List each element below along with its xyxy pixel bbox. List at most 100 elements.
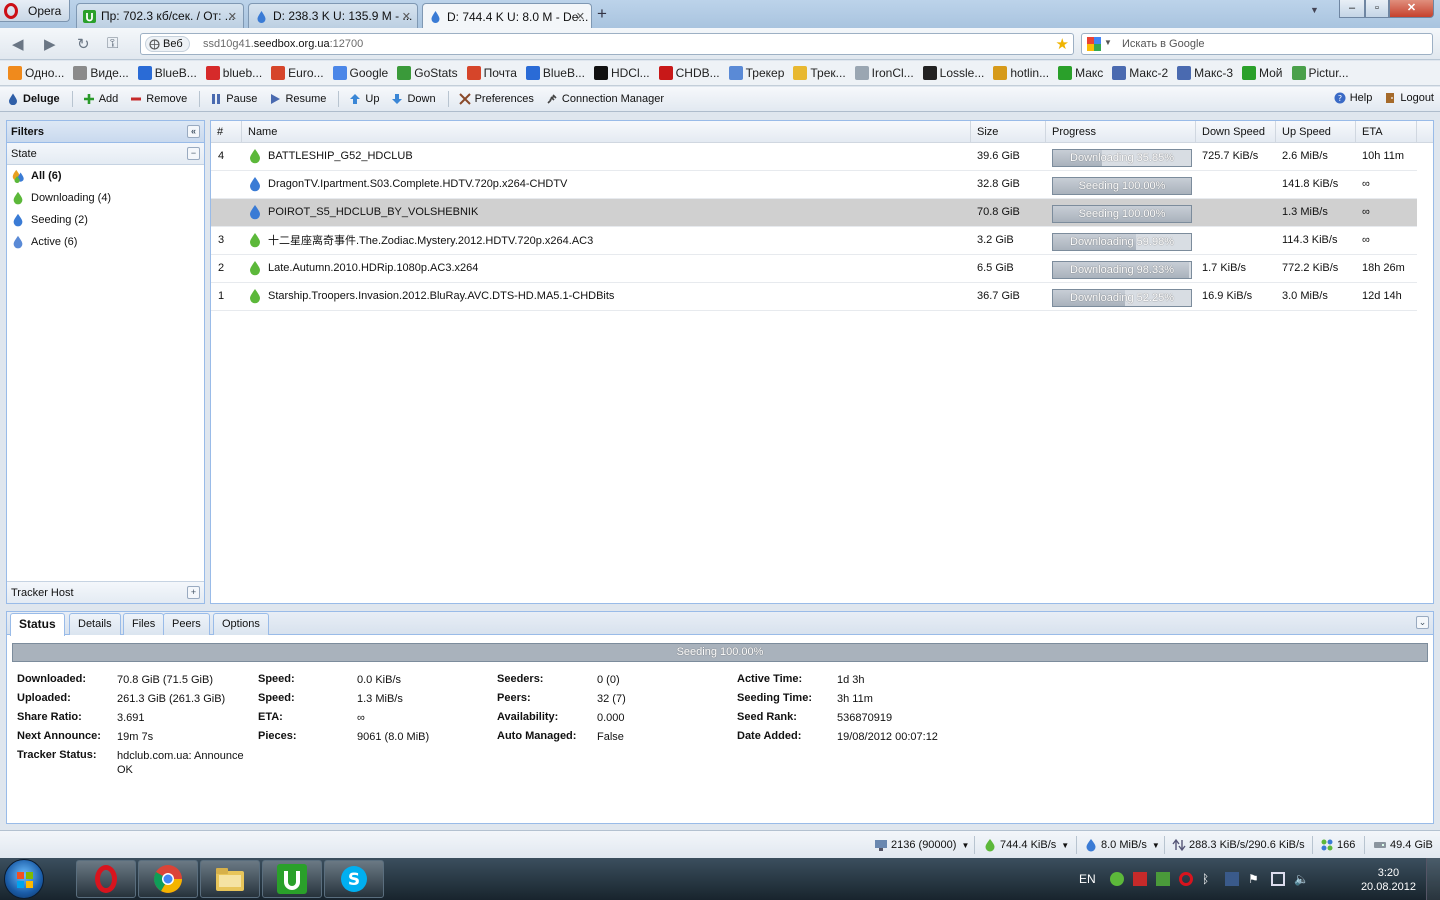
tray-app-icon[interactable] xyxy=(1156,872,1170,886)
remove-button[interactable]: Remove xyxy=(130,93,187,105)
bookmark-item[interactable]: Трекер xyxy=(728,66,784,80)
tab-details[interactable]: Details xyxy=(69,613,121,635)
browser-tab-1[interactable]: Пр: 702.3 кб/сек. / От: ... ✕ xyxy=(76,3,244,28)
tray-app-icon[interactable] xyxy=(1110,872,1124,886)
connection-manager-button[interactable]: Connection Manager xyxy=(546,93,664,105)
site-info-badge[interactable]: Веб xyxy=(145,36,190,52)
forward-arrow-icon[interactable]: ▶ xyxy=(44,35,56,53)
column-header-name[interactable]: Name xyxy=(242,121,971,143)
tab-list-icon[interactable]: ▼ xyxy=(1310,5,1319,15)
volume-icon[interactable]: 🔈 xyxy=(1294,872,1309,886)
close-icon[interactable]: ✕ xyxy=(228,10,237,23)
connections-indicator[interactable]: 2136 (90000) ▼ xyxy=(874,838,969,852)
bookmark-item[interactable]: GoStats xyxy=(397,66,458,80)
close-icon[interactable]: ✕ xyxy=(402,10,411,23)
queue-up-button[interactable]: Up xyxy=(349,93,379,105)
help-button[interactable]: ? Help xyxy=(1334,92,1372,104)
browser-tab-3[interactable]: D: 744.4 K U: 8.0 M - De... ✕ xyxy=(422,3,592,29)
new-tab-button[interactable]: + xyxy=(597,4,607,24)
language-indicator[interactable]: EN xyxy=(1079,872,1096,886)
table-row[interactable]: DragonTV.Ipartment.S03.Complete.HDTV.720… xyxy=(211,171,1417,199)
search-field[interactable]: ▼ Искать в Google xyxy=(1081,33,1433,55)
bookmark-item[interactable]: Одно... xyxy=(8,66,64,80)
opera-menu-button[interactable]: Opera xyxy=(0,0,70,22)
filter-item-all[interactable]: All (6) xyxy=(7,165,204,187)
logout-button[interactable]: Logout xyxy=(1384,92,1434,104)
table-row[interactable]: 3 十二星座离奇事件.The.Zodiac.Mystery.2012.HDTV.7… xyxy=(211,227,1417,255)
close-icon[interactable]: ✕ xyxy=(576,10,585,23)
column-header-size[interactable]: Size xyxy=(971,121,1046,143)
taskbar-utorrent[interactable] xyxy=(262,860,322,898)
tab-peers[interactable]: Peers xyxy=(163,613,210,635)
resume-button[interactable]: Resume xyxy=(269,93,326,105)
bookmark-item[interactable]: HDCl... xyxy=(593,66,650,80)
key-icon[interactable]: ⚿ xyxy=(107,35,118,52)
minimize-button[interactable]: – xyxy=(1339,0,1365,18)
bookmark-item[interactable]: IronCl... xyxy=(854,66,914,80)
taskbar-opera[interactable] xyxy=(76,860,136,898)
expand-plus-icon[interactable]: + xyxy=(187,586,200,599)
tray-opera-icon[interactable] xyxy=(1179,872,1193,886)
bookmark-item[interactable]: Мой xyxy=(1242,66,1283,80)
collapse-left-icon[interactable]: « xyxy=(187,125,200,138)
tracker-host-section[interactable]: Tracker Host + xyxy=(7,581,204,603)
bookmark-item[interactable]: Макс-2 xyxy=(1112,66,1168,80)
state-section-header[interactable]: State − xyxy=(7,143,204,165)
bookmark-item[interactable]: Макс xyxy=(1058,66,1103,80)
tab-files[interactable]: Files xyxy=(123,613,165,635)
tab-options[interactable]: Options xyxy=(213,613,269,635)
show-desktop-button[interactable] xyxy=(1426,858,1440,900)
flag-icon[interactable]: ⚑ xyxy=(1248,872,1262,886)
bookmark-item[interactable]: blueb... xyxy=(205,66,262,80)
add-button[interactable]: Add xyxy=(83,93,118,105)
chevron-down-icon[interactable]: ▼ xyxy=(1104,38,1112,47)
bookmark-item[interactable]: Макс-3 xyxy=(1177,66,1233,80)
window-close-button[interactable]: ✕ xyxy=(1389,0,1434,18)
maximize-button[interactable]: ▫ xyxy=(1365,0,1389,18)
filter-item-active[interactable]: Active (6) xyxy=(7,231,204,253)
reload-icon[interactable]: ↻ xyxy=(77,35,90,53)
bookmark-item[interactable]: Почта xyxy=(466,66,517,80)
taskbar-clock[interactable]: 3:20 20.08.2012 xyxy=(1361,866,1416,894)
collapse-minus-icon[interactable]: − xyxy=(187,147,200,160)
tab-status[interactable]: Status xyxy=(10,613,65,636)
address-field[interactable]: Веб ssd10g41.seedbox.org.ua:12700 ★ xyxy=(140,33,1074,55)
browser-tab-2[interactable]: D: 238.3 K U: 135.9 M - ... ✕ xyxy=(248,3,418,28)
preferences-button[interactable]: Preferences xyxy=(458,93,534,105)
bookmark-item[interactable]: BlueB... xyxy=(525,66,585,80)
upload-speed-indicator[interactable]: 8.0 MiB/s ▼ xyxy=(1084,838,1160,852)
tray-app-icon[interactable] xyxy=(1133,872,1147,886)
bookmark-item[interactable]: Виде... xyxy=(73,66,129,80)
table-row[interactable]: POIROT_S5_HDCLUB_BY_VOLSHEBNIK 70.8 GiB Se… xyxy=(211,199,1417,227)
table-row[interactable]: 2 Late.Autumn.2010.HDRip.1080p.AC3.x264 6.… xyxy=(211,255,1417,283)
bookmark-item[interactable]: CHDB... xyxy=(658,66,720,80)
column-header-up-speed[interactable]: Up Speed xyxy=(1276,121,1356,143)
column-header-progress[interactable]: Progress xyxy=(1046,121,1196,143)
bluetooth-icon[interactable]: ᛒ xyxy=(1202,872,1216,886)
bookmark-item[interactable]: hotlin... xyxy=(993,66,1049,80)
bookmark-item[interactable]: Pictur... xyxy=(1291,66,1349,80)
filter-item-seeding[interactable]: Seeding (2) xyxy=(7,209,204,231)
bookmark-item[interactable]: Euro... xyxy=(271,66,324,80)
bookmark-item[interactable]: Трек... xyxy=(793,66,846,80)
start-button[interactable] xyxy=(4,859,44,899)
taskbar-chrome[interactable] xyxy=(138,860,198,898)
column-header-number[interactable]: # xyxy=(211,121,242,143)
bookmark-star-icon[interactable]: ★ xyxy=(1056,35,1069,53)
bookmark-item[interactable]: Google xyxy=(332,66,388,80)
network-tray-icon[interactable] xyxy=(1271,872,1285,886)
bookmark-item[interactable]: BlueB... xyxy=(137,66,197,80)
taskbar-explorer[interactable] xyxy=(200,860,260,898)
filter-item-downloading[interactable]: Downloading (4) xyxy=(7,187,204,209)
queue-down-button[interactable]: Down xyxy=(391,93,436,105)
tray-app-icon[interactable] xyxy=(1225,872,1239,886)
collapse-down-icon[interactable]: ⌄ xyxy=(1416,616,1429,629)
column-header-down-speed[interactable]: Down Speed xyxy=(1196,121,1276,143)
column-header-eta[interactable]: ETA xyxy=(1356,121,1417,143)
taskbar-skype[interactable]: S xyxy=(324,860,384,898)
table-row[interactable]: 1 Starship.Troopers.Invasion.2012.BluRay.… xyxy=(211,283,1417,311)
bookmark-item[interactable]: Lossle... xyxy=(922,66,984,80)
table-row[interactable]: 4 BATTLESHIP_G52_HDCLUB 39.6 GiB Downloadin… xyxy=(211,143,1417,171)
back-arrow-icon[interactable]: ◀ xyxy=(12,35,24,53)
pause-button[interactable]: Pause xyxy=(210,93,257,105)
